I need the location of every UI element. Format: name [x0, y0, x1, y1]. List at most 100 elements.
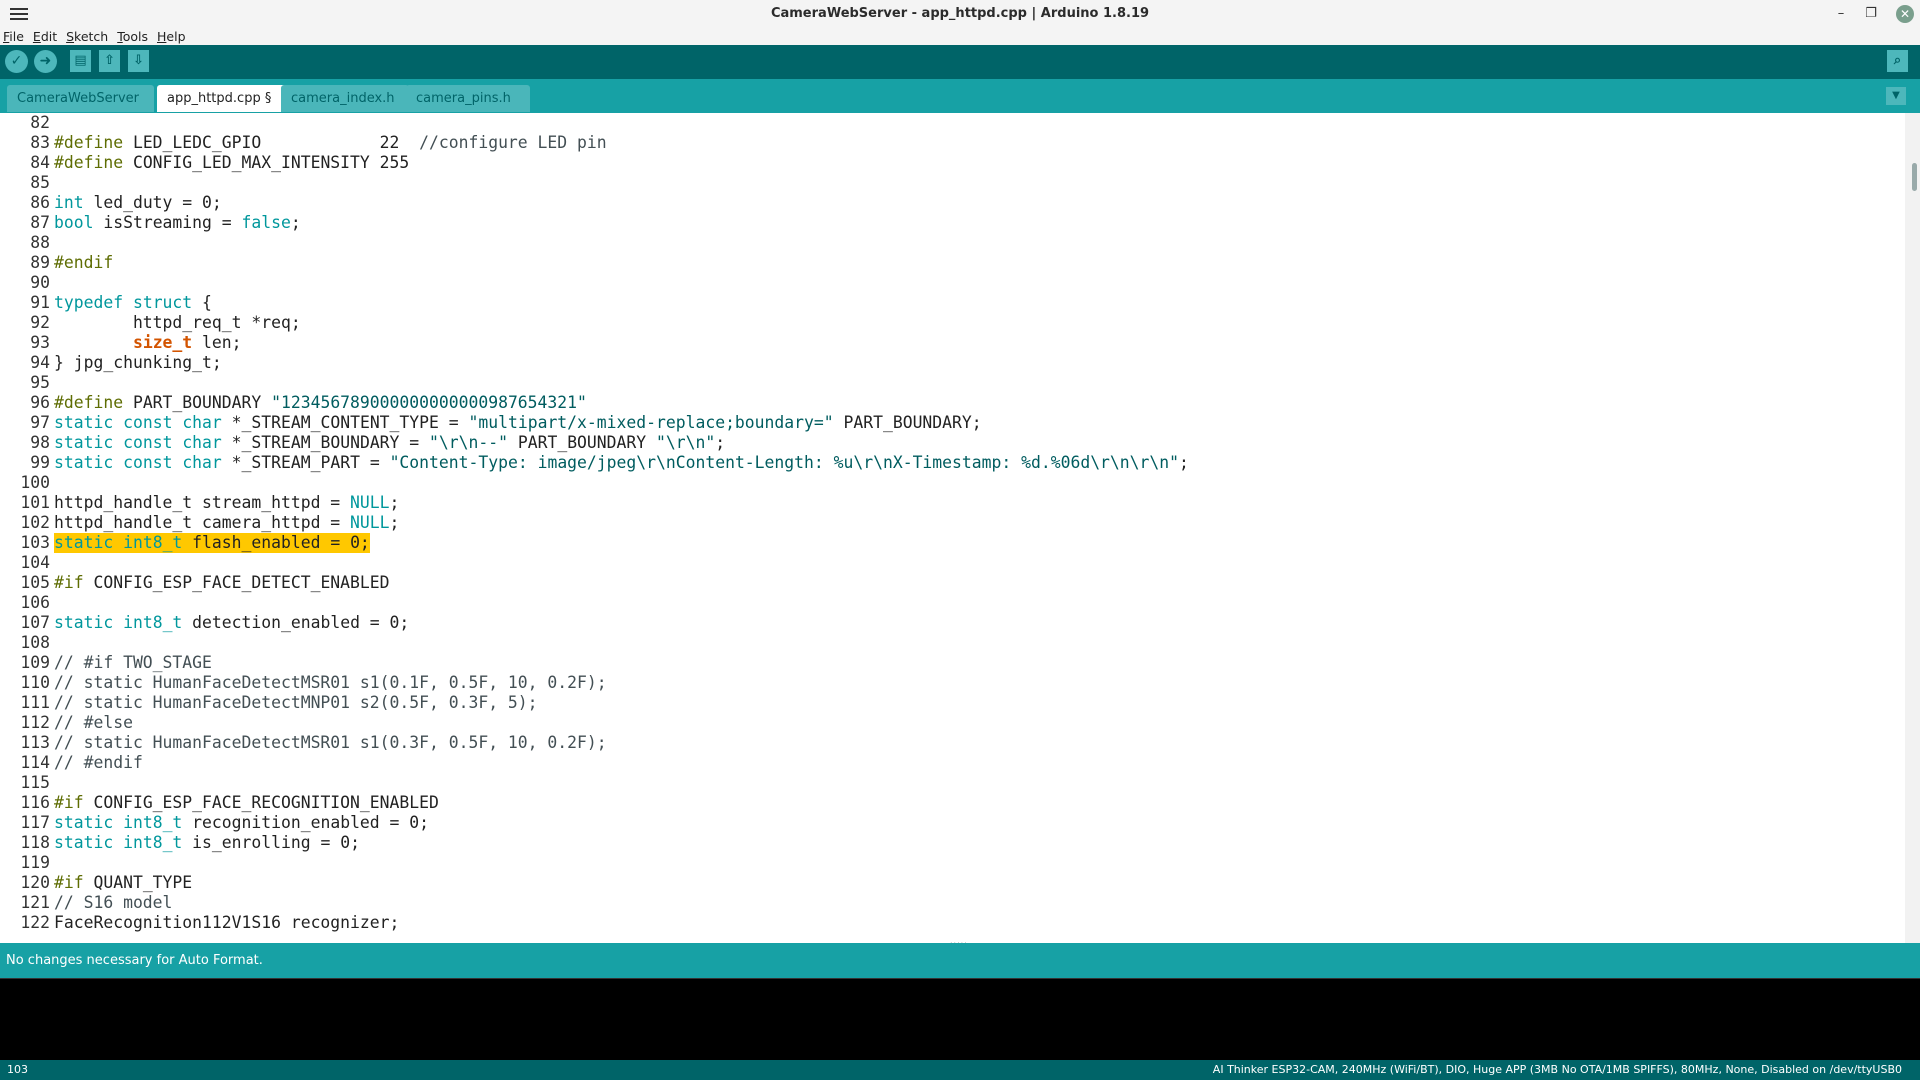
code-line[interactable]: 96 #define PART_BOUNDARY "123456789000000… [0, 393, 1905, 413]
code-line[interactable]: 109// #if TWO_STAGE [0, 653, 1905, 673]
maximize-icon[interactable]: ❐ [1862, 5, 1880, 23]
code-line[interactable]: 95 [0, 373, 1905, 393]
code-line[interactable]: 119 [0, 853, 1905, 873]
new-button[interactable]: ▤ [70, 50, 91, 72]
code-editor[interactable]: 82 83 #define LED_LEDC_GPIO 22 //configure… [0, 113, 1920, 943]
code-line[interactable]: 85 [0, 173, 1905, 193]
code-text[interactable]: bool isStreaming = false; [54, 213, 301, 233]
code-line[interactable]: 107 static int8_t detection_enabled = 0; [0, 613, 1905, 633]
code-text[interactable]: httpd_handle_t camera_httpd = NULL; [54, 513, 399, 533]
code-text[interactable]: httpd_req_t *req; [54, 313, 301, 333]
minimize-icon[interactable]: – [1832, 5, 1850, 23]
code-text[interactable]: typedef struct { [54, 293, 212, 313]
menu-file[interactable]: File [0, 28, 26, 45]
menu-sketch[interactable]: Sketch [63, 28, 110, 45]
code-text[interactable]: // static HumanFaceDetectMSR01 s1(0.1F, … [54, 673, 607, 693]
tab-camera-pins[interactable]: camera_pins.h [406, 85, 530, 112]
code-text[interactable]: static int8_t flash_enabled = 0; [54, 533, 370, 553]
code-line[interactable]: 99 static const char *_STREAM_PART = "Con… [0, 453, 1905, 473]
code-line[interactable]: 105 #if CONFIG_ESP_FACE_DETECT_ENABLED [0, 573, 1905, 593]
menu-tools[interactable]: Tools [114, 28, 150, 45]
code-line[interactable]: 112// #else [0, 713, 1905, 733]
code-line[interactable]: 94} jpg_chunking_t; [0, 353, 1905, 373]
verify-button[interactable]: ✓ [5, 50, 28, 73]
code-text[interactable]: int led_duty = 0; [54, 193, 222, 213]
code-text[interactable]: // static HumanFaceDetectMSR01 s1(0.3F, … [54, 733, 607, 753]
scroll-thumb[interactable] [1912, 163, 1917, 191]
code-line[interactable]: 116 #if CONFIG_ESP_FACE_RECOGNITION_ENABL… [0, 793, 1905, 813]
code-line[interactable]: 82 [0, 113, 1905, 133]
code-line[interactable]: 91 typedef struct { [0, 293, 1905, 313]
save-button[interactable]: ⇩ [128, 50, 149, 72]
code-line[interactable]: 89 #endif [0, 253, 1905, 273]
code-text[interactable]: #endif [54, 253, 113, 273]
code-line[interactable]: 121// S16 model [0, 893, 1905, 913]
code-line[interactable]: 100 [0, 473, 1905, 493]
code-text[interactable]: httpd_handle_t stream_httpd = NULL; [54, 493, 399, 513]
code-text[interactable]: FaceRecognition112V1S16 recognizer; [54, 913, 399, 933]
console-output[interactable] [0, 978, 1920, 1061]
code-line[interactable]: 88 [0, 233, 1905, 253]
menu-edit[interactable]: Edit [30, 28, 59, 45]
code-line[interactable]: 111// static HumanFaceDetectMNP01 s2(0.5… [0, 693, 1905, 713]
code-line[interactable]: 106 [0, 593, 1905, 613]
code-text[interactable]: #define CONFIG_LED_MAX_INTENSITY 255 [54, 153, 409, 173]
upload-button[interactable]: ➜ [34, 50, 57, 73]
tab-camerawebserver[interactable]: CameraWebServer § [7, 85, 154, 133]
code-text[interactable]: // #endif [54, 753, 143, 773]
code-line[interactable]: 84 #define CONFIG_LED_MAX_INTENSITY 255 [0, 153, 1905, 173]
pane-resize-handle[interactable]: ····· [950, 939, 968, 948]
code-line[interactable]: 92 httpd_req_t *req; [0, 313, 1905, 333]
code-text[interactable]: // static HumanFaceDetectMNP01 s2(0.5F, … [54, 693, 538, 713]
code-line[interactable]: 98 static const char *_STREAM_BOUNDARY = … [0, 433, 1905, 453]
line-number: 85 [30, 173, 50, 192]
code-line[interactable]: 86 int led_duty = 0; [0, 193, 1905, 213]
code-line[interactable]: 122 FaceRecognition112V1S16 recognizer; [0, 913, 1905, 933]
line-number: 122 [20, 913, 50, 932]
open-button[interactable]: ⇧ [99, 50, 120, 72]
code-line[interactable]: 104 [0, 553, 1905, 573]
code-text[interactable]: // S16 model [54, 893, 172, 913]
menu-help[interactable]: Help [154, 28, 188, 45]
code-line[interactable]: 114// #endif [0, 753, 1905, 773]
code-text[interactable]: #if CONFIG_ESP_FACE_RECOGNITION_ENABLED [54, 793, 439, 813]
code-line[interactable]: 113// static HumanFaceDetectMSR01 s1(0.3… [0, 733, 1905, 753]
code-line[interactable]: 83 #define LED_LEDC_GPIO 22 //configure L… [0, 133, 1905, 153]
tab-app-httpd[interactable]: app_httpd.cpp § [157, 85, 294, 112]
tab-menu-button[interactable]: ▼ [1886, 87, 1906, 105]
code-text[interactable]: static int8_t is_enrolling = 0; [54, 833, 360, 853]
code-line[interactable]: 103 static int8_t flash_enabled = 0; [0, 533, 1905, 553]
code-line[interactable]: 110// static HumanFaceDetectMSR01 s1(0.1… [0, 673, 1905, 693]
code-line[interactable]: 90 [0, 273, 1905, 293]
code-text[interactable]: static const char *_STREAM_BOUNDARY = "\… [54, 433, 725, 453]
code-line[interactable]: 120 #if QUANT_TYPE [0, 873, 1905, 893]
editor-scrollbar[interactable] [1905, 113, 1920, 943]
code-line[interactable]: 101 httpd_handle_t stream_httpd = NULL; [0, 493, 1905, 513]
code-text[interactable]: static const char *_STREAM_CONTENT_TYPE … [54, 413, 982, 433]
code-text[interactable]: #define PART_BOUNDARY "12345678900000000… [54, 393, 587, 413]
code-text[interactable]: // #else [54, 713, 133, 733]
board-info: AI Thinker ESP32-CAM, 240MHz (WiFi/BT), … [1212, 1063, 1902, 1076]
code-text[interactable]: static int8_t recognition_enabled = 0; [54, 813, 429, 833]
code-text[interactable]: // #if TWO_STAGE [54, 653, 212, 673]
code-text[interactable]: } jpg_chunking_t; [54, 353, 222, 373]
code-text[interactable]: #if CONFIG_ESP_FACE_DETECT_ENABLED [54, 573, 390, 593]
code-line[interactable]: 102 httpd_handle_t camera_httpd = NULL; [0, 513, 1905, 533]
code-text[interactable]: static const char *_STREAM_PART = "Conte… [54, 453, 1189, 473]
current-line-number: 103 [7, 1063, 28, 1076]
code-text[interactable]: size_t len; [54, 333, 242, 353]
tab-camera-index[interactable]: camera_index.h [281, 85, 409, 112]
code-text[interactable]: #if QUANT_TYPE [54, 873, 192, 893]
code-line[interactable]: 117 static int8_t recognition_enabled = 0… [0, 813, 1905, 833]
code-text[interactable]: #define LED_LEDC_GPIO 22 //configure LED… [54, 133, 607, 153]
code-line[interactable]: 115 [0, 773, 1905, 793]
code-line[interactable]: 97 static const char *_STREAM_CONTENT_TYP… [0, 413, 1905, 433]
serial-monitor-button[interactable]: ⌕ [1887, 50, 1908, 72]
code-text[interactable]: static int8_t detection_enabled = 0; [54, 613, 409, 633]
code-line[interactable]: 118 static int8_t is_enrolling = 0; [0, 833, 1905, 853]
line-number: 90 [30, 273, 50, 292]
code-line[interactable]: 87 bool isStreaming = false; [0, 213, 1905, 233]
close-icon[interactable]: ✕ [1896, 5, 1914, 23]
code-line[interactable]: 93 size_t len; [0, 333, 1905, 353]
code-line[interactable]: 108 [0, 633, 1905, 653]
